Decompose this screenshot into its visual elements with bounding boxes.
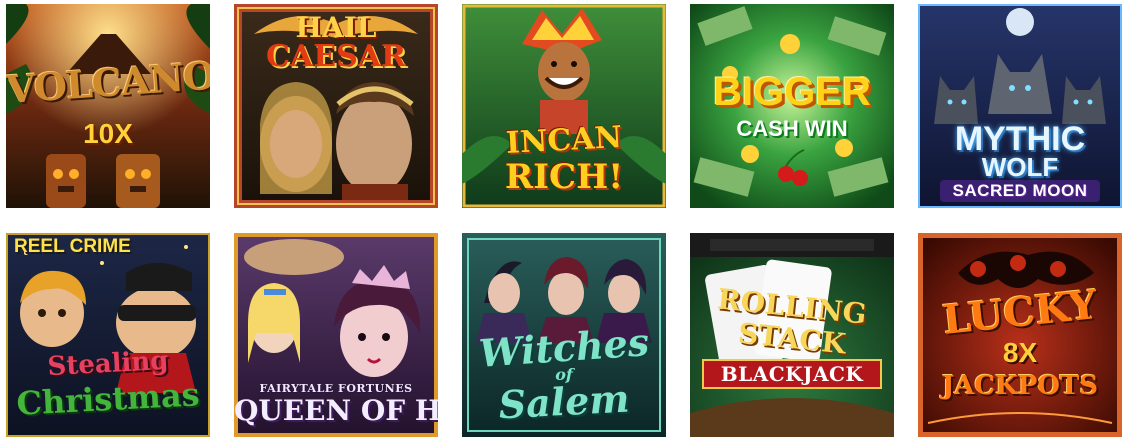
game-title-line1: QUEEN OF HEARTS [234,394,438,427]
game-brand: REEL CRIME [14,236,131,257]
game-tile-stealing-christmas[interactable]: REEL CRIME Stealing Christmas [6,233,210,437]
game-tile-lucky-8x-jackpots[interactable]: LUCKY 8X JACKPOTS [918,233,1122,437]
game-title-line1: MYTHIC [954,120,1086,158]
game-title-line2: WOLF [981,152,1059,182]
game-title-line2: 10X [83,118,133,149]
game-tile-incan-rich[interactable]: INCAN RICH! [462,4,666,208]
game-tile-rolling-stack-blackjack[interactable]: ROLLING STACK BLACKJACK [690,233,894,437]
game-tile-hail-caesar[interactable]: HAIL CAESAR [234,4,438,208]
game-title-line3: JACKPOTS [941,371,1099,401]
game-tile-witches-of-salem[interactable]: Witches of Salem [462,233,666,437]
game-title-line2: Christmas [15,375,201,423]
game-tile-bigger-cash-win[interactable]: BIGGER CASH WIN [690,4,894,208]
game-title-line2: RICH! [504,157,624,197]
game-title-line1: BIGGER [713,70,871,114]
game-tile-mythic-wolf[interactable]: MYTHIC WOLF SACRED MOON [918,4,1122,208]
game-title-line2: CAESAR [266,39,406,74]
game-grid: VOLCANO BLAST 10X HAIL CAESAR [0,0,1125,442]
game-title-banner: BLACKJACK [702,359,882,389]
game-title-line1: HAIL [295,11,377,44]
game-tile-queen-of-hearts[interactable]: FAIRYTALE FORTUNES QUEEN OF HEARTS [234,233,438,437]
game-subtitle: SACRED MOON [952,181,1088,200]
game-brand: FAIRYTALE FORTUNES [259,382,413,395]
game-title-line2: CASH WIN [736,116,848,141]
game-title-line2: 8X [1002,337,1038,368]
game-tile-volcano-blast[interactable]: VOLCANO BLAST 10X [6,4,210,208]
